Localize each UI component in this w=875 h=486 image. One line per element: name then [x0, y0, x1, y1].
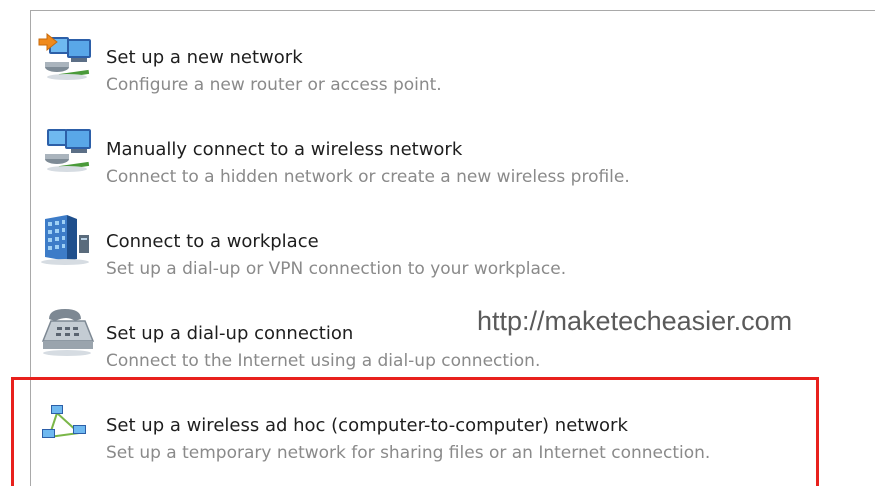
workplace-icon [37, 211, 95, 267]
option-title: Set up a wireless ad hoc (computer-to-co… [106, 415, 628, 436]
option-set-up-new-network[interactable]: Set up a new network Configure a new rou… [31, 23, 875, 113]
option-wireless-ad-hoc[interactable]: Set up a wireless ad hoc (computer-to-co… [31, 391, 875, 481]
option-manual-wireless[interactable]: Manually connect to a wireless network C… [31, 115, 875, 205]
telephone-icon [37, 303, 95, 359]
option-description: Set up a dial-up or VPN connection to yo… [106, 259, 567, 279]
option-title: Connect to a workplace [106, 231, 319, 252]
wireless-network-icon [37, 119, 95, 175]
option-title: Set up a new network [106, 47, 303, 68]
connection-options-panel: Set up a new network Configure a new rou… [30, 10, 875, 486]
option-title: Set up a dial-up connection [106, 323, 354, 344]
option-title: Manually connect to a wireless network [106, 139, 463, 160]
option-description: Configure a new router or access point. [106, 75, 442, 95]
option-description: Set up a temporary network for sharing f… [106, 443, 711, 463]
option-description: Connect to a hidden network or create a … [106, 167, 630, 187]
new-network-icon [37, 27, 95, 83]
option-connect-workplace[interactable]: Connect to a workplace Set up a dial-up … [31, 207, 875, 297]
ad-hoc-network-icon [37, 395, 95, 451]
site-watermark: http://maketecheasier.com [477, 306, 793, 336]
option-description: Connect to the Internet using a dial-up … [106, 351, 541, 371]
